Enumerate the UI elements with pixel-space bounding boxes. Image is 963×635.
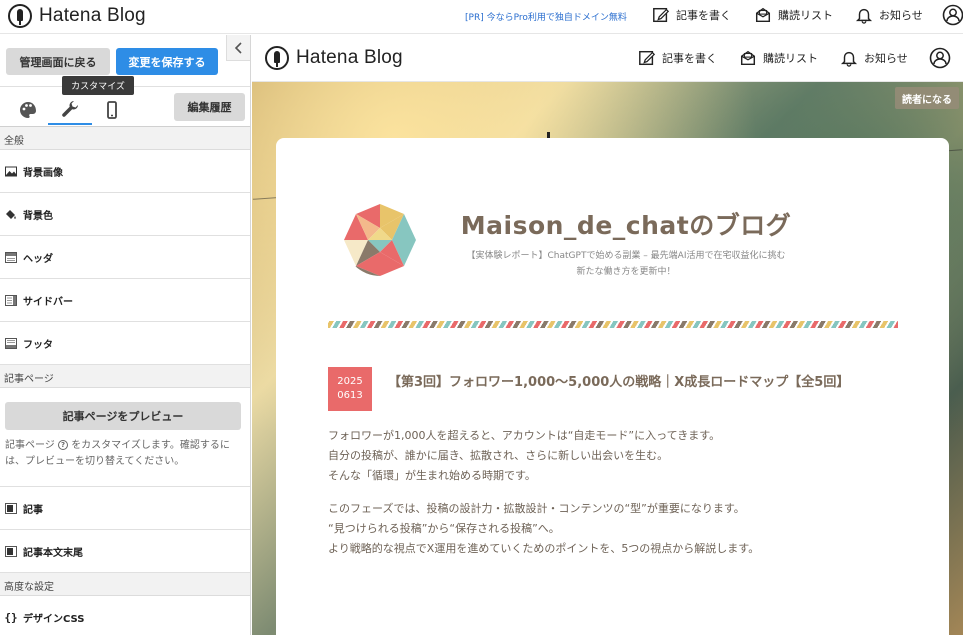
hatena-logo-icon	[265, 46, 289, 70]
post-line: そんな「循環」が生まれ始める時期です。	[328, 469, 536, 482]
blog-avatar[interactable]	[344, 204, 416, 276]
user-menu[interactable]	[942, 4, 963, 26]
logo-text: Hatena Blog	[39, 5, 146, 26]
nav-notifications-label: お知らせ	[864, 52, 908, 65]
sidebar-item-label: 背景色	[23, 210, 53, 222]
logo-text: Hatena Blog	[296, 47, 403, 68]
tab-design[interactable]	[6, 95, 50, 125]
preview-desc-text: 記事ページ	[5, 440, 55, 451]
layout-icon	[5, 294, 17, 306]
customize-sidebar: 管理画面に戻る 変更を保存する カスタマイズ 編集履歴 全般 背景画像 背景色 …	[0, 35, 251, 635]
sidebar-item-label: 記事	[23, 504, 43, 516]
nav-write[interactable]: 記事を書く	[652, 6, 731, 24]
sidebar-item-design-css[interactable]: {} デザインCSS	[0, 596, 250, 635]
layout-icon	[5, 337, 17, 349]
help-icon[interactable]: ?	[58, 440, 68, 450]
tab-customize[interactable]	[48, 95, 92, 125]
sidebar-item-background-color[interactable]: 背景色	[0, 193, 250, 236]
preview-header: Hatena Blog 記事を書く 購読リスト お知らせ	[252, 35, 963, 82]
article-icon	[5, 545, 17, 557]
user-icon	[942, 4, 963, 26]
sidebar-item-label: ヘッダ	[23, 253, 53, 265]
wrench-icon	[62, 101, 78, 117]
sidebar-item-article-end[interactable]: 記事本文末尾	[0, 530, 250, 573]
preview-nav-write[interactable]: 記事を書く	[638, 49, 717, 67]
blog-description-line: 新たな働き方を更新中！	[576, 267, 676, 277]
braces-icon: {}	[4, 610, 18, 624]
sidebar-item-label: 記事本文末尾	[23, 547, 83, 559]
post-line: 自分の投稿が、誰かに届き、拡散され、さらに新しい出会いを生む。	[328, 449, 669, 462]
smartphone-icon	[107, 101, 117, 119]
preview-hatena-logo[interactable]: Hatena Blog	[265, 46, 403, 70]
nav-notifications[interactable]: お知らせ	[855, 6, 923, 24]
pr-link[interactable]: [PR] 今ならPro利用で独自ドメイン無料	[465, 10, 627, 23]
layout-icon	[5, 251, 17, 263]
post-paragraph-1: フォロワーが1,000人を超えると、アカウントは“自走モード”に入ってきます。 …	[328, 426, 918, 486]
sidebar-item-label: フッタ	[23, 339, 53, 351]
sidebar-item-label: サイドバー	[23, 296, 73, 308]
preview-nav-subscribe[interactable]: 購読リスト	[739, 49, 818, 67]
paint-bucket-icon	[5, 209, 17, 220]
nav-subscribe-label: 購読リスト	[778, 9, 833, 22]
image-icon	[5, 166, 17, 177]
section-article-page: 記事ページ	[0, 365, 250, 388]
hatena-logo-icon	[8, 4, 32, 28]
edit-icon	[653, 7, 670, 23]
customize-tooltip: カスタマイズ	[62, 76, 134, 95]
blog-avatar-image	[344, 204, 416, 276]
post-date-badge: 2025 0613	[328, 367, 372, 411]
blog-content-card: Maison_de_chatのブログ 【実体験レポート】ChatGPTで始める副…	[276, 138, 949, 635]
hatena-blog-logo[interactable]: Hatena Blog	[8, 4, 146, 28]
nav-write-label: 記事を書く	[676, 9, 731, 22]
preview-user-menu[interactable]	[929, 47, 957, 69]
post-paragraph-2: このフェーズでは、投稿の設計力・拡散設計・コンテンツの“型”が重要になります。 …	[328, 499, 918, 559]
edit-history-button[interactable]: 編集履歴	[174, 93, 245, 121]
tab-smartphone[interactable]	[90, 95, 134, 125]
bell-icon	[855, 8, 873, 24]
nav-write-label: 記事を書く	[662, 52, 717, 65]
article-icon	[5, 502, 17, 514]
post-title[interactable]: 【第3回】フォロワー1,000〜5,000人の戦略｜X成長ロードマップ【全5回】	[388, 371, 908, 390]
preview-nav-notifications[interactable]: お知らせ	[840, 49, 908, 67]
nav-subscribe[interactable]: 購読リスト	[754, 6, 833, 24]
sidebar-item-footer[interactable]: フッタ	[0, 322, 250, 365]
article-preview-block: 記事ページをプレビュー 記事ページ ? をカスタマイズします。確認するには、プレ…	[0, 388, 250, 487]
blog-description: 【実体験レポート】ChatGPTで始める副業 – 最先端AI活用で在宅収益化に挑…	[426, 248, 826, 280]
back-to-admin-button[interactable]: 管理画面に戻る	[6, 48, 110, 75]
preview-article-page-button[interactable]: 記事ページをプレビュー	[5, 402, 241, 430]
sidebar-item-sidebar[interactable]: サイドバー	[0, 279, 250, 322]
sidebar-item-header[interactable]: ヘッダ	[0, 236, 250, 279]
post-line: より戦略的な視点でX運用を進めていくためのポイントを、5つの視点から解説します。	[328, 542, 760, 555]
post-body: フォロワーが1,000人を超えると、アカウントは“自走モード”に入ってきます。 …	[328, 426, 918, 572]
sidebar-item-label: デザインCSS	[23, 613, 85, 625]
blog-title[interactable]: Maison_de_chatのブログ	[426, 206, 826, 242]
bell-icon	[840, 51, 858, 67]
subscribe-reader-button[interactable]: 読者になる	[895, 87, 959, 109]
section-advanced: 高度な設定	[0, 573, 250, 596]
subscribe-icon	[740, 50, 756, 66]
preview-description: 記事ページ ? をカスタマイズします。確認するには、プレビューを切り替えてくださ…	[5, 438, 245, 470]
sidebar-item-background-image[interactable]: 背景画像	[0, 150, 250, 193]
post-line: “見つけられる投稿”から“保存される投稿”へ。	[328, 522, 560, 535]
subscribe-icon	[755, 7, 771, 23]
post-date-year: 2025	[337, 376, 363, 387]
user-icon	[929, 47, 951, 69]
post-line: このフェーズでは、投稿の設計力・拡散設計・コンテンツの“型”が重要になります。	[328, 502, 745, 515]
save-changes-button[interactable]: 変更を保存する	[116, 48, 218, 75]
post-line: フォロワーが1,000人を超えると、アカウントは“自走モード”に入ってきます。	[328, 429, 721, 442]
top-bar: Hatena Blog [PR] 今ならPro利用で独自ドメイン無料 記事を書く…	[0, 0, 963, 34]
collapse-sidebar-button[interactable]	[226, 35, 250, 61]
nav-notifications-label: お知らせ	[879, 9, 923, 22]
post-date-monthday: 0613	[337, 390, 363, 401]
edit-icon	[639, 50, 656, 66]
nav-subscribe-label: 購読リスト	[763, 52, 818, 65]
section-general: 全般	[0, 127, 250, 150]
sidebar-item-label: 背景画像	[23, 167, 63, 179]
blog-description-line: 【実体験レポート】ChatGPTで始める副業 – 最先端AI活用で在宅収益化に挑…	[466, 251, 786, 261]
decorative-stripe	[328, 321, 898, 328]
chevron-left-icon	[234, 41, 242, 54]
palette-icon	[20, 102, 36, 118]
sidebar-item-article[interactable]: 記事	[0, 487, 250, 530]
blog-preview: Hatena Blog 記事を書く 購読リスト お知らせ 読者になる Maiso…	[252, 35, 963, 635]
